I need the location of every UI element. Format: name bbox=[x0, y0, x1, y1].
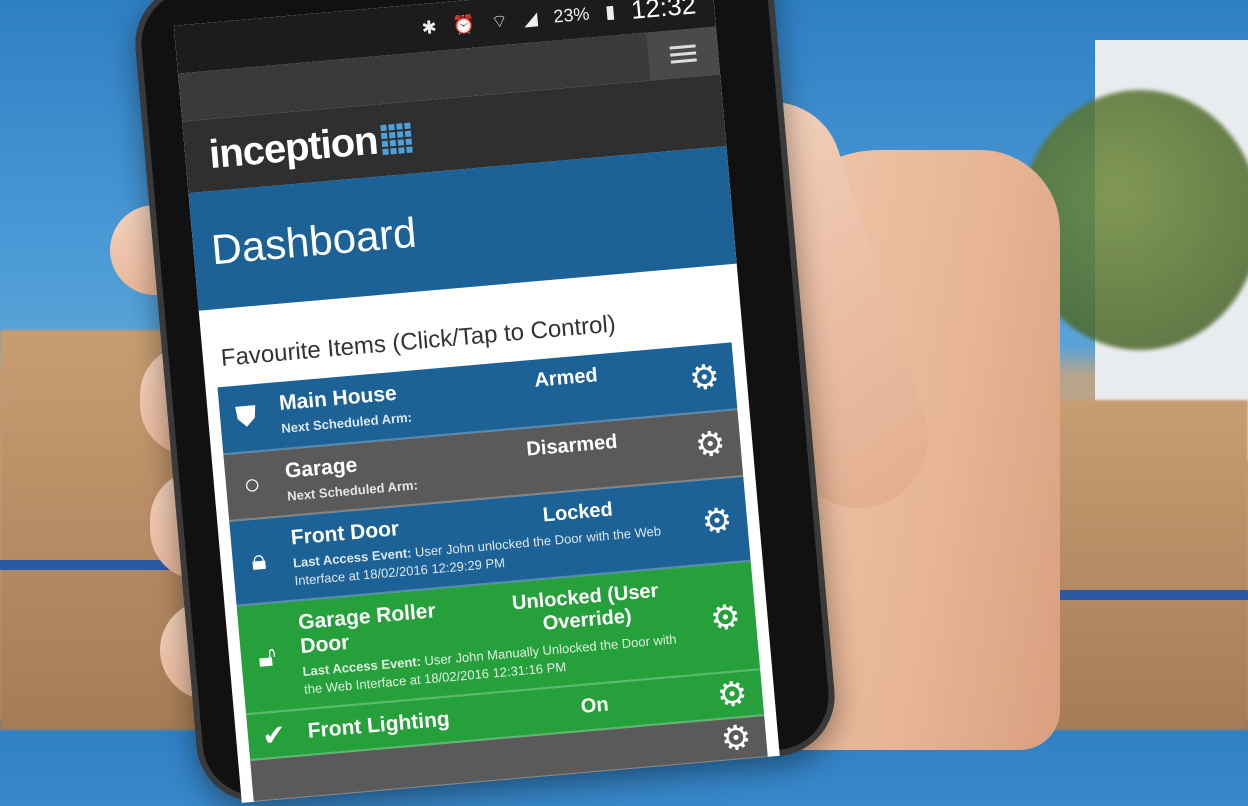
shield-icon: ⛊ bbox=[234, 400, 258, 434]
bluetooth-icon: ✱ bbox=[420, 16, 438, 38]
app-logo[interactable]: inception bbox=[207, 118, 379, 178]
wifi-icon: ⌔ bbox=[490, 10, 509, 32]
circle-icon: ○ bbox=[242, 468, 262, 501]
battery-icon: ▮ bbox=[604, 0, 616, 22]
smartphone: ✱ ⏰ ⌔ ◢ 23% ▮ 12:32 inception Dashboard … bbox=[130, 0, 840, 806]
gear-icon[interactable]: ⚙ bbox=[700, 670, 764, 719]
menu-icon-line bbox=[669, 43, 696, 50]
lock-icon: 🔒︎ bbox=[249, 543, 268, 577]
alarm-icon: ⏰ bbox=[451, 13, 476, 35]
hamburger-menu-button[interactable] bbox=[646, 26, 721, 81]
phone-screen: ✱ ⏰ ⌔ ◢ 23% ▮ 12:32 inception Dashboard … bbox=[173, 0, 780, 803]
gear-icon[interactable]: ⚙ bbox=[704, 716, 767, 761]
gear-icon[interactable]: ⚙ bbox=[672, 342, 737, 413]
clock: 12:32 bbox=[629, 0, 698, 25]
unlock-icon: 🔓︎ bbox=[256, 640, 278, 674]
favourites-list: ⛊ Main House Armed Next Scheduled Arm: ⚙… bbox=[206, 341, 780, 803]
menu-icon-line bbox=[670, 50, 697, 57]
item-state: On bbox=[579, 693, 610, 719]
menu-icon-line bbox=[670, 57, 697, 64]
logo-dots-icon bbox=[380, 122, 413, 156]
check-circle-icon: ✔ bbox=[260, 718, 288, 752]
battery-label: 23% bbox=[552, 3, 591, 27]
gear-icon[interactable]: ⚙ bbox=[678, 410, 743, 481]
background-railing-right bbox=[1030, 590, 1248, 600]
gear-icon[interactable]: ⚙ bbox=[691, 562, 760, 674]
item-name: Front Lighting bbox=[306, 707, 451, 744]
signal-icon: ◢ bbox=[522, 7, 539, 29]
gear-icon[interactable]: ⚙ bbox=[684, 477, 751, 565]
